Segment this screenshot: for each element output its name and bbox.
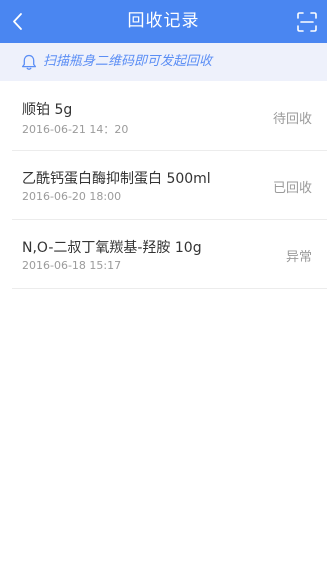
record-name: N,O-二叔丁氧羰基-羟胺 10g [22,240,202,256]
nav-bar: 回收记录 [0,0,327,43]
scan-hint-text: 扫描瓶身二维码即可发起回收 [43,54,213,69]
record-name: 顺铂 5g [22,102,73,118]
record-item[interactable]: 顺铂 5g 2016-06-21 14：20 待回收 [12,82,327,151]
record-name: 乙酰钙蛋白酶抑制蛋白 500ml [22,171,211,187]
record-status: 待回收 [272,112,312,127]
recycle-records-screen: 回收记录 扫描瓶身二维码即可发起回收 顺铂 5g 2016-06-21 14：2… [0,0,327,566]
page-title: 回收记录 [127,11,200,31]
record-item[interactable]: 乙酰钙蛋白酶抑制蛋白 500ml 2016-06-20 18:00 已回收 [12,151,327,220]
record-time: 2016-06-21 14：20 [22,123,129,136]
record-status: 已回收 [272,181,312,196]
record-time: 2016-06-18 15:17 [22,259,122,272]
record-list: 顺铂 5g 2016-06-21 14：20 待回收 乙酰钙蛋白酶抑制蛋白 50… [0,82,327,289]
bell-icon [21,54,37,70]
record-time: 2016-06-20 18:00 [22,190,122,203]
record-status: 异常 [285,250,312,265]
scan-frame-icon [297,12,317,32]
record-item[interactable]: N,O-二叔丁氧羰基-羟胺 10g 2016-06-18 15:17 异常 [12,220,327,289]
scan-button[interactable] [287,0,327,43]
scan-hint-banner: 扫描瓶身二维码即可发起回收 [0,43,327,81]
